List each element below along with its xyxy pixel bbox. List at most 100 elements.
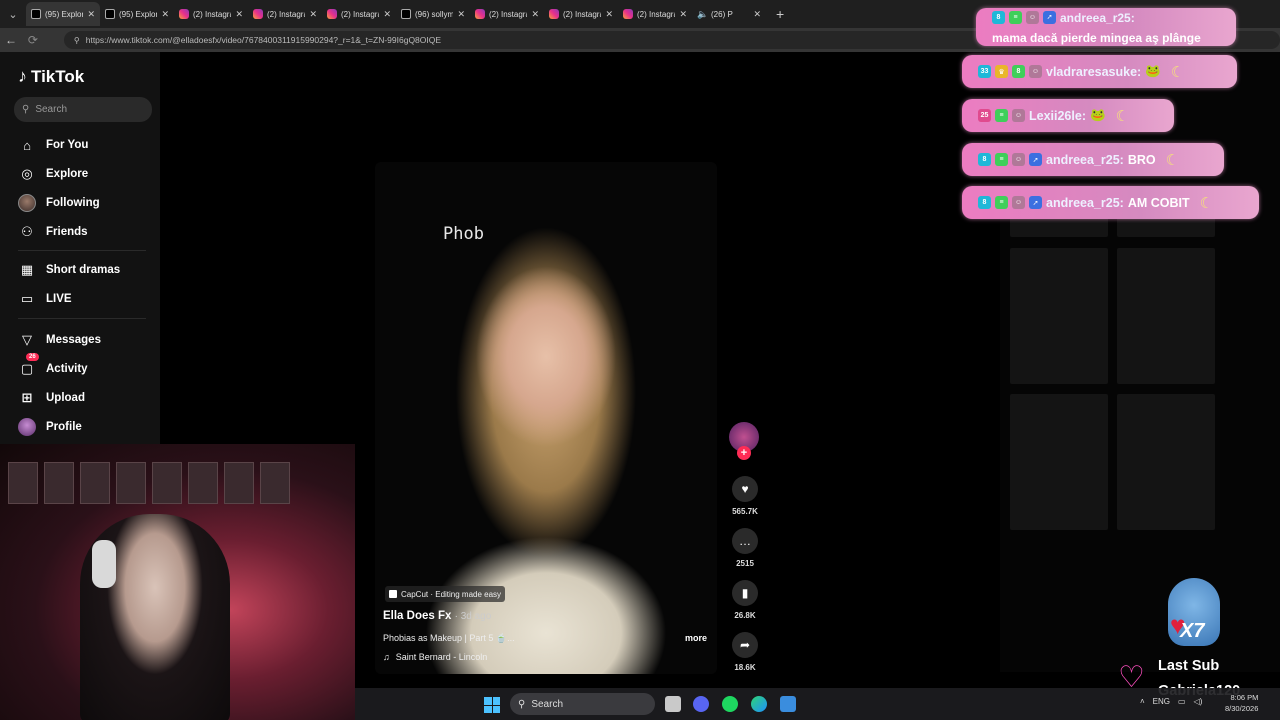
capcut-tag[interactable]: CapCut · Editing made easy xyxy=(385,586,506,602)
taskbar-search-placeholder: Search xyxy=(531,698,564,710)
spotify-icon[interactable] xyxy=(722,696,738,712)
close-tab-icon[interactable]: ✕ xyxy=(235,9,243,20)
instagram-icon xyxy=(475,9,485,19)
start-windows-icon[interactable] xyxy=(484,697,500,713)
instagram-icon xyxy=(253,9,263,19)
avatar xyxy=(18,194,36,212)
more-button[interactable]: more xyxy=(685,633,707,643)
sidebar-item-label: Messages xyxy=(46,334,101,346)
browser-tab[interactable]: (95) Explore✕ xyxy=(26,2,100,26)
tab-title: (96) sollym xyxy=(415,9,454,19)
language-indicator[interactable]: ENG xyxy=(1153,697,1170,706)
tab-list-chevron-icon[interactable]: ⌄ xyxy=(0,0,26,28)
clock-date: 8/30/2026 xyxy=(1225,704,1259,713)
new-tab-button[interactable]: + xyxy=(766,6,784,22)
close-tab-icon[interactable]: ✕ xyxy=(383,9,391,20)
sidebar-item-messages[interactable]: ▽ Messages xyxy=(18,331,101,349)
close-tab-icon[interactable]: ✕ xyxy=(309,9,317,20)
comment-button[interactable]: … 2515 xyxy=(727,528,763,568)
sidebar-item-live[interactable]: ▭ LIVE xyxy=(18,290,72,308)
back-arrow-icon[interactable]: ← xyxy=(0,33,22,47)
badge-number: 25 xyxy=(978,109,991,122)
badge-icon: ≡ xyxy=(995,153,1008,166)
volume-icon[interactable]: ◁) xyxy=(1194,697,1203,706)
sidebar-item-following[interactable]: Following xyxy=(18,194,100,212)
chat-message: 8 ≡ ☺ ➚ andreea_r25: BRO ☾ xyxy=(962,143,1224,176)
plus-square-icon: ⊞ xyxy=(21,390,33,405)
search-input[interactable]: ⚲ Search xyxy=(14,97,152,122)
edge-icon[interactable] xyxy=(751,696,767,712)
poster xyxy=(152,462,182,504)
browser-tab[interactable]: (2) Instagram ✕ xyxy=(470,2,544,26)
video-player[interactable]: Phob CapCut · Editing made easy Ella Doe… xyxy=(375,162,717,674)
taskbar-search[interactable]: ⚲ Search xyxy=(510,693,655,715)
sidebar-item-label: For You xyxy=(46,139,89,151)
chat-text: 🐸 xyxy=(1089,108,1106,122)
live-icon: ▭ xyxy=(20,291,34,306)
tab-strip: (95) Explore✕(95) Explore✕ (2) Instagram ✕… xyxy=(26,2,766,26)
sidebar-item-label: Explore xyxy=(46,168,89,180)
badge-icon: ☺ xyxy=(1012,153,1025,166)
browser-tab[interactable]: 🔈 (26) P ✕ xyxy=(692,2,766,26)
sidebar-item-activity[interactable]: ▢ 26 Activity xyxy=(18,353,88,378)
capcut-icon xyxy=(389,590,397,598)
sidebar-item-label: Following xyxy=(46,197,100,209)
sidebar-item-label: Short dramas xyxy=(46,264,121,276)
sidebar-item-profile[interactable]: Profile xyxy=(18,418,82,436)
sidebar-divider xyxy=(18,250,146,251)
crown-badge-icon: ♛ xyxy=(995,65,1008,78)
search-icon: ⚲ xyxy=(22,104,30,115)
close-tab-icon[interactable]: ✕ xyxy=(605,9,613,20)
music-link[interactable]: ♫ Saint Bernard - Lincoln xyxy=(383,652,487,662)
browser-tab[interactable]: (95) Explore✕ xyxy=(100,2,174,26)
sidebar-item-explore[interactable]: ◎ Explore xyxy=(18,165,88,183)
share-button[interactable]: ➦ 18.6K xyxy=(727,632,763,672)
follow-plus-icon[interactable]: + xyxy=(737,446,751,460)
like-button[interactable]: ♥ 565.7K xyxy=(727,476,763,516)
badge-icon: ➚ xyxy=(1029,153,1042,166)
browser-tab[interactable]: (2) Instagram ✕ xyxy=(174,2,248,26)
system-tray[interactable]: ˄ ENG ▭ ◁) xyxy=(1140,697,1202,706)
tiktok-logo[interactable]: ♪ TikTok xyxy=(18,66,84,87)
network-icon[interactable]: ▭ xyxy=(1178,697,1186,706)
close-tab-icon[interactable]: ✕ xyxy=(161,9,169,20)
send-icon: ▽ xyxy=(22,332,32,347)
close-tab-icon[interactable]: ✕ xyxy=(531,9,539,20)
close-tab-icon[interactable]: ✕ xyxy=(87,9,95,20)
browser-tab[interactable]: (2) Instagram ✕ xyxy=(322,2,396,26)
sidebar: ♪ TikTok ⚲ Search ⌂ For You ◎ Explore Fo… xyxy=(0,52,160,444)
badge-icon: 8 xyxy=(978,153,991,166)
activity-badge: 26 xyxy=(26,353,39,361)
instagram-icon xyxy=(549,9,559,19)
browser-tab[interactable]: (2) Instagram ✕ xyxy=(618,2,692,26)
sidebar-item-short-dramas[interactable]: ▦ Short dramas xyxy=(18,261,120,279)
close-tab-icon[interactable]: ✕ xyxy=(457,9,465,20)
site-info-icon[interactable]: ⚲ xyxy=(74,36,80,45)
close-tab-icon[interactable]: ✕ xyxy=(679,9,687,20)
url-text: https://www.tiktok.com/@elladoesfx/video… xyxy=(85,35,442,45)
sidebar-item-friends[interactable]: ⚇ Friends xyxy=(18,223,87,241)
save-button[interactable]: ▮ 26.8K xyxy=(727,580,763,620)
browser-tab[interactable]: (2) Instagram ✕ xyxy=(248,2,322,26)
app-icon[interactable] xyxy=(780,696,796,712)
badge-icon: ≡ xyxy=(995,109,1008,122)
comment-icon: … xyxy=(732,528,758,554)
sidebar-item-upload[interactable]: ⊞ Upload xyxy=(18,389,85,407)
taskbar-clock[interactable]: 8:06 PM 8/30/2026 xyxy=(1225,692,1258,714)
sidebar-item-label: LIVE xyxy=(46,293,72,305)
browser-tab[interactable]: (2) Instagram ✕ xyxy=(544,2,618,26)
sidebar-item-for-you[interactable]: ⌂ For You xyxy=(18,136,88,154)
video-author[interactable]: Ella Does Fx · 3d ago xyxy=(383,610,491,622)
browser-tab[interactable]: (96) sollym ✕ xyxy=(396,2,470,26)
chat-username: vladraresasuke: xyxy=(1046,64,1142,79)
poster xyxy=(116,462,146,504)
reload-icon[interactable]: ⟳ xyxy=(22,33,44,47)
task-view-icon[interactable] xyxy=(665,696,681,712)
chat-message: 8 ≡ ☺ ➚ andreea_r25: mama dacă pierde mi… xyxy=(976,8,1236,46)
home-icon: ⌂ xyxy=(23,137,31,153)
tab-title: (2) Instagram xyxy=(193,9,231,19)
discord-icon[interactable] xyxy=(693,696,709,712)
tab-title: (2) Instagram xyxy=(637,9,675,19)
close-tab-icon[interactable]: ✕ xyxy=(753,9,761,20)
tray-chevron-icon[interactable]: ˄ xyxy=(1140,697,1145,706)
